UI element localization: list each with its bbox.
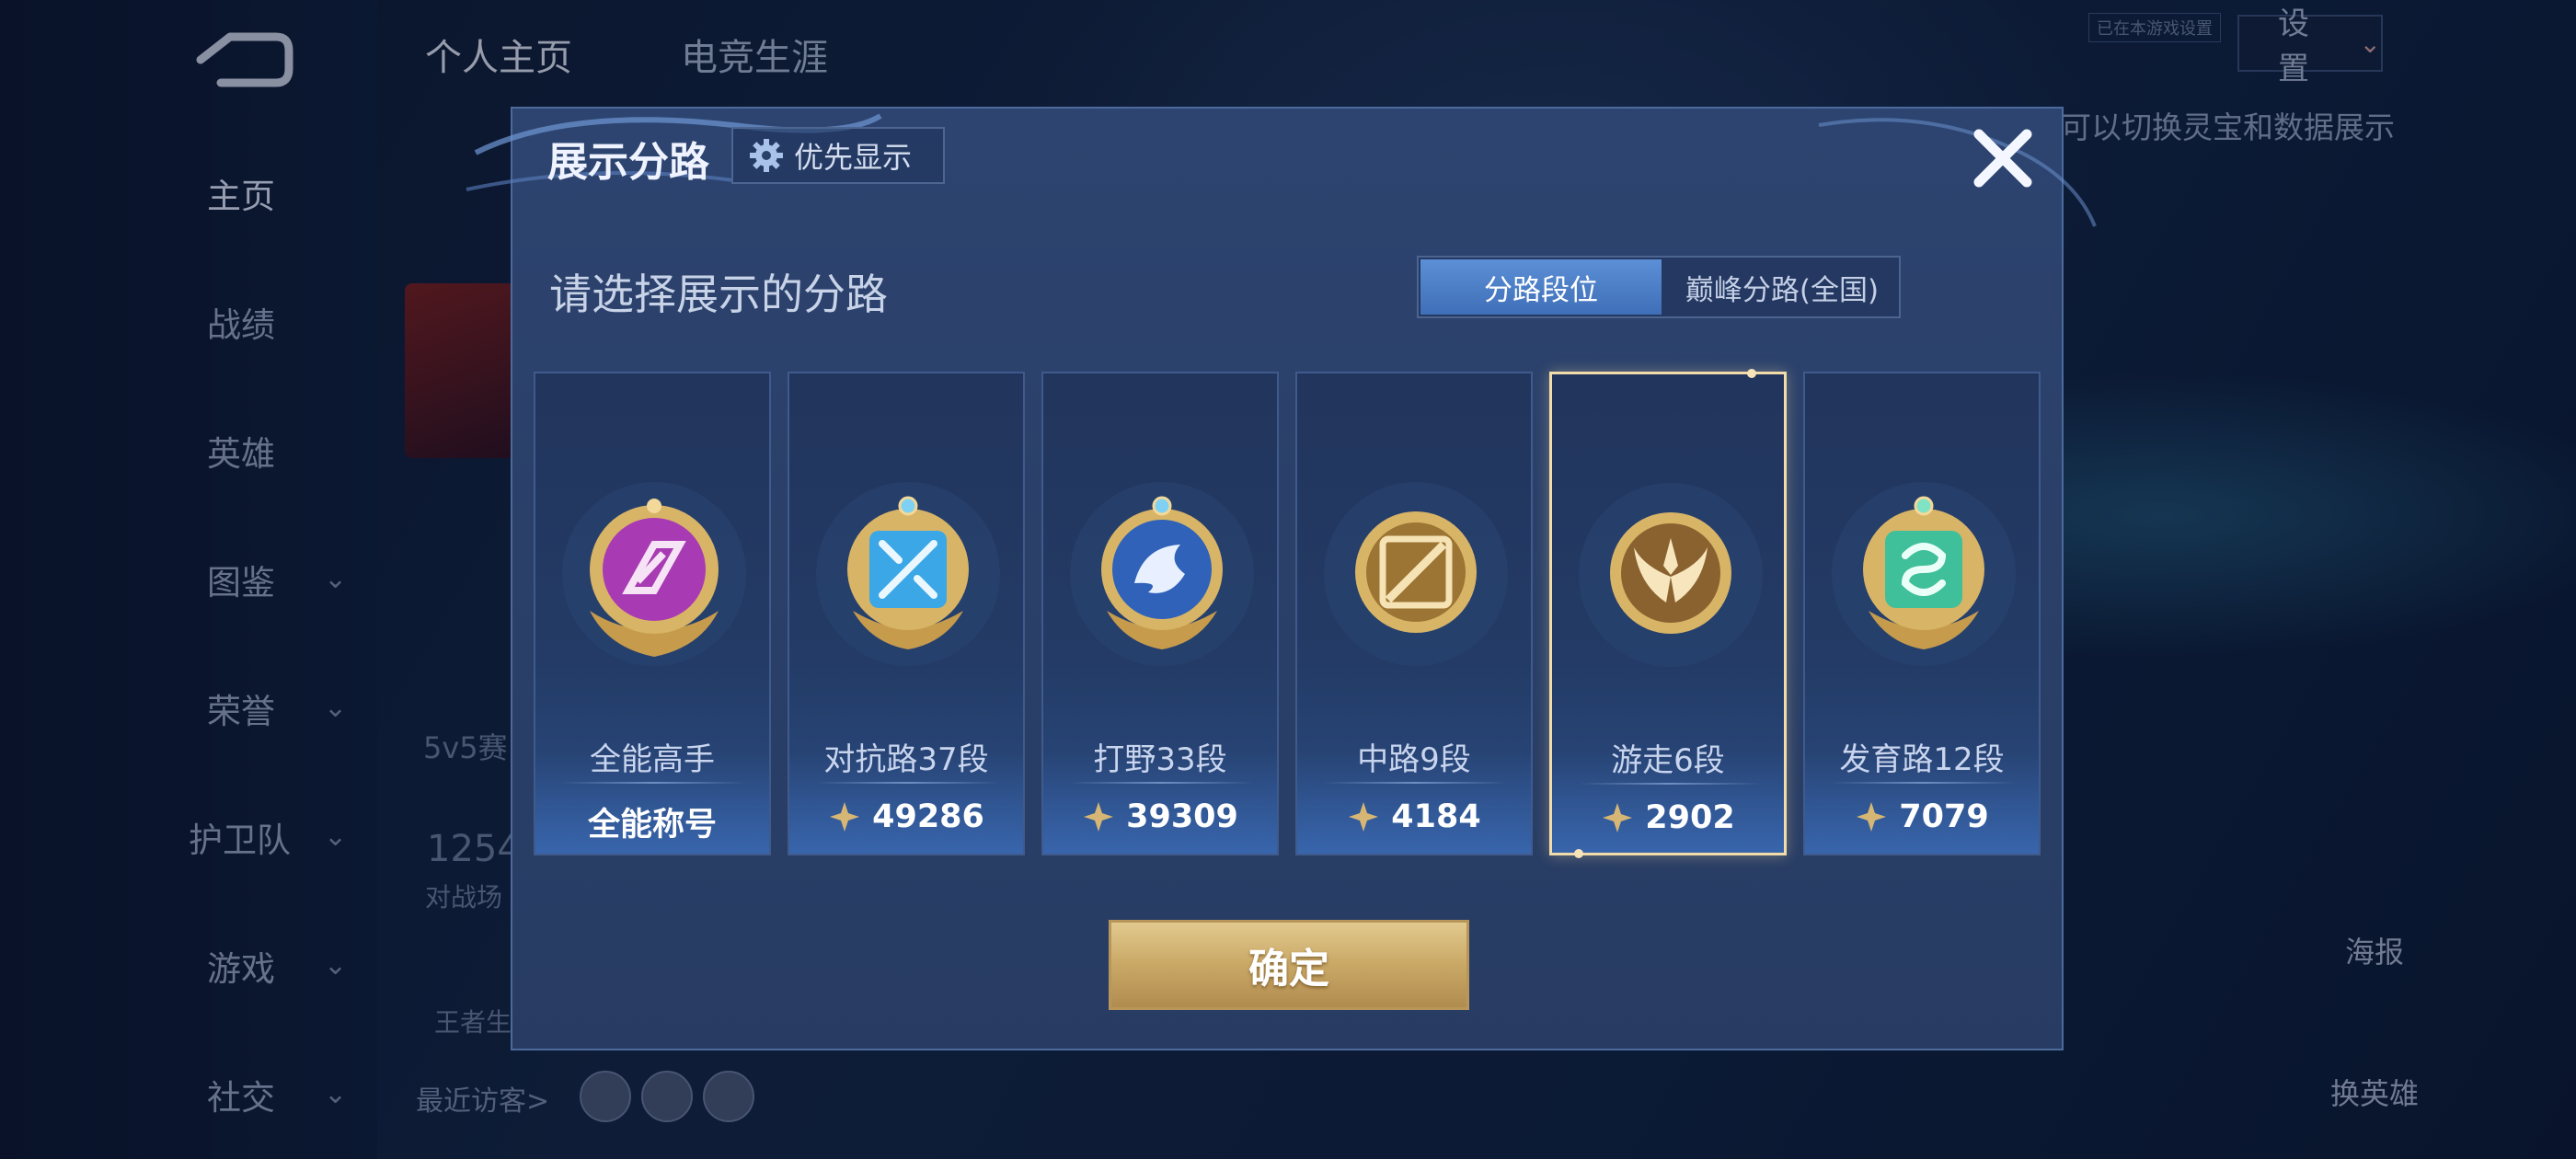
- roam-emblem-icon: [1579, 483, 1763, 667]
- all-round-emblem-icon: [562, 482, 746, 666]
- lane-stat: 39309: [1043, 798, 1277, 835]
- rank-points-icon: [1603, 803, 1633, 832]
- dialog-title: 展示分路: [547, 139, 709, 186]
- lane-stat-value: 全能称号: [587, 807, 717, 843]
- lane-stat-value: 39309: [1126, 798, 1238, 835]
- confirm-button[interactable]: 确定: [1109, 920, 1469, 1010]
- tab-lane-rank[interactable]: 分路段位: [1420, 259, 1662, 315]
- dialog-subtitle: 请选择展示的分路: [549, 270, 888, 319]
- lane-stat-value: 7079: [1899, 798, 1989, 835]
- lane-name: 游走6段: [1611, 742, 1725, 779]
- rank-points-icon: [1084, 802, 1114, 832]
- lane-stat: 49286: [789, 798, 1023, 835]
- close-icon[interactable]: [1964, 120, 2041, 197]
- lane-card-all-round[interactable]: 全能高手 全能称号: [534, 372, 771, 855]
- lane-name: 打野33段: [1093, 741, 1227, 778]
- gear-icon: [750, 139, 783, 172]
- rank-points-icon: [1857, 802, 1887, 832]
- rank-points-icon: [830, 802, 860, 832]
- lane-name: 中路9段: [1357, 741, 1471, 778]
- farm-lane-emblem-icon: [1832, 482, 2016, 666]
- lane-card-clash[interactable]: 对抗路37段 49286: [788, 372, 1025, 855]
- clash-lane-emblem-icon: [816, 482, 1000, 666]
- lane-stat: 全能称号: [535, 798, 769, 845]
- lane-stat-value: 4184: [1391, 798, 1481, 835]
- lane-stat: 2902: [1552, 799, 1784, 836]
- lane-card-roam[interactable]: 游走6段 2902: [1549, 369, 1787, 858]
- lane-stat: 7079: [1805, 798, 2039, 835]
- lane-stat: 4184: [1297, 798, 1531, 835]
- lane-name: 全能高手: [590, 741, 715, 778]
- lane-card-mid[interactable]: 中路9段 4184: [1295, 372, 1533, 855]
- lane-display-dialog: 展示分路 优先显示 请选择展示的分路 分路段位 巅峰分路(全国) 全能高手 全能…: [466, 107, 2097, 1050]
- lane-stat-value: 49286: [872, 798, 984, 835]
- lane-name: 发育路12段: [1839, 741, 2005, 778]
- lane-card-farm[interactable]: 发育路12段 7079: [1803, 372, 2041, 855]
- lane-card-jungle[interactable]: 打野33段 39309: [1041, 372, 1279, 855]
- mid-lane-emblem-icon: [1324, 482, 1508, 666]
- tab-peak-lane-national[interactable]: 巅峰分路(全国): [1663, 258, 1901, 316]
- priority-display-label: 优先显示: [794, 140, 913, 175]
- priority-display-button[interactable]: 优先显示: [731, 127, 945, 184]
- lane-stat-value: 2902: [1645, 799, 1735, 836]
- rank-mode-toggle: 分路段位 巅峰分路(全国): [1417, 256, 1901, 318]
- lane-name: 对抗路37段: [823, 741, 989, 778]
- rank-points-icon: [1349, 802, 1379, 832]
- jungle-emblem-icon: [1070, 482, 1254, 666]
